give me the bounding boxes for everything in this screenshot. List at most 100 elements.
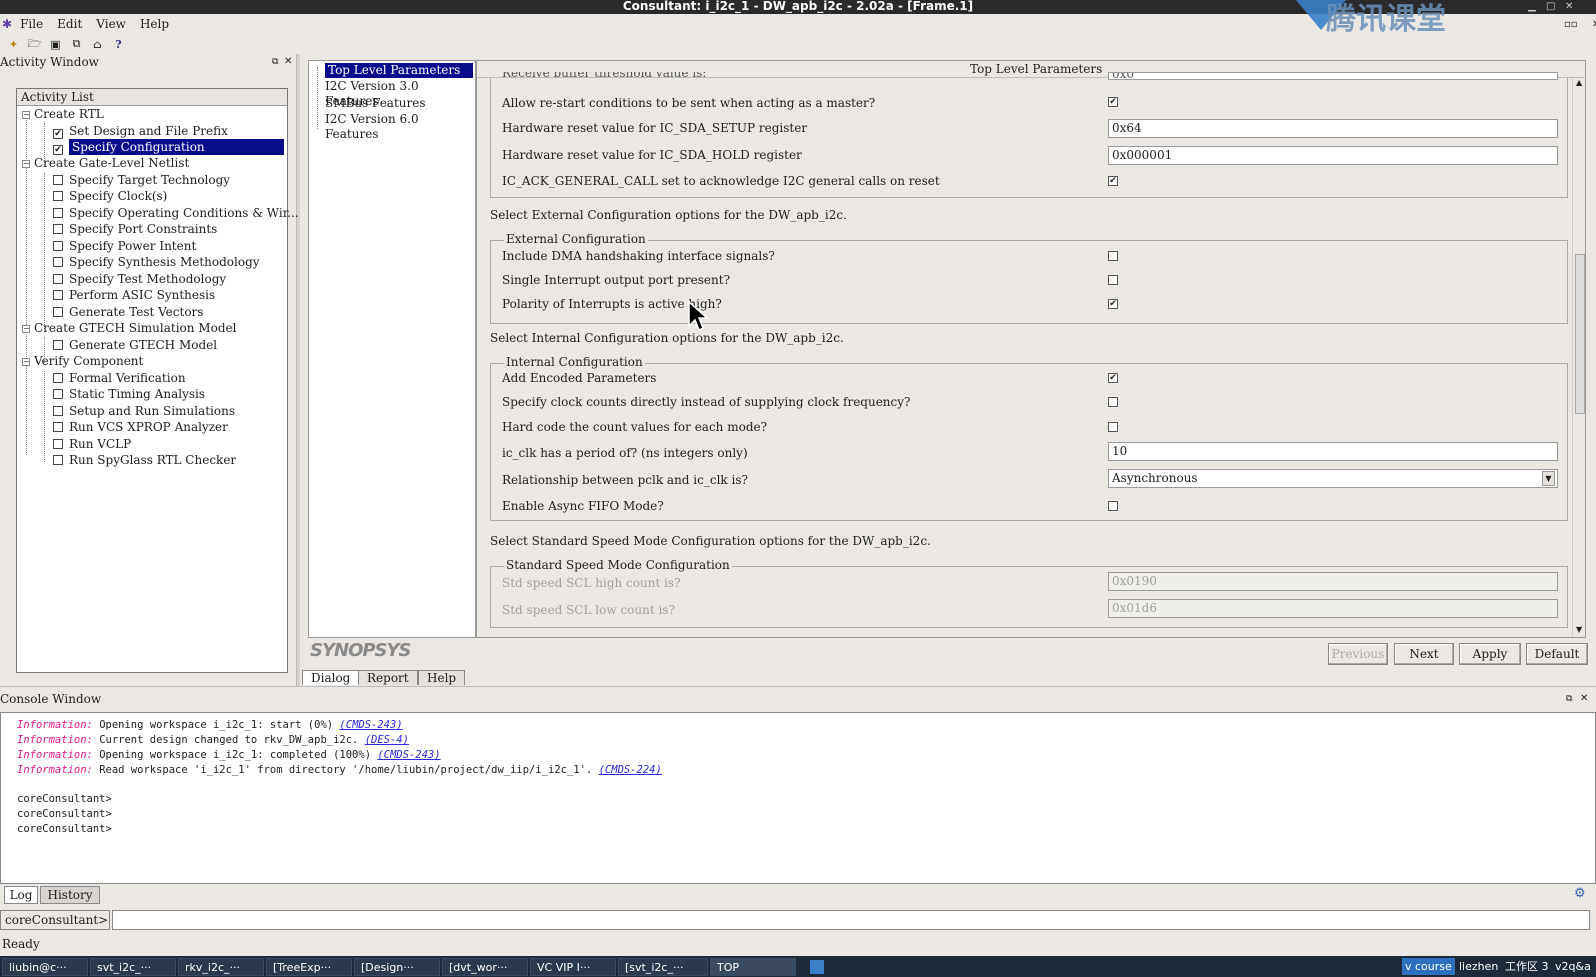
- item-set-design[interactable]: ✔ Set Design and File Prefix: [53, 123, 228, 139]
- expand-gtech-icon[interactable]: −: [22, 325, 30, 333]
- tab-history[interactable]: History: [40, 886, 100, 904]
- receive-threshold-field[interactable]: 0x0: [1108, 72, 1558, 80]
- tray-user[interactable]: liezhen: [1456, 958, 1501, 975]
- console-link[interactable]: (CMDS-243): [377, 749, 440, 761]
- activity-close-icon[interactable]: ✕: [284, 54, 292, 70]
- item-test-method[interactable]: Specify Test Methodology: [53, 271, 226, 287]
- context-help-icon[interactable]: ?: [111, 37, 126, 52]
- nav-i2c-v3[interactable]: I2C Version 3.0 Features: [325, 79, 475, 108]
- sda-hold-field[interactable]: 0x000001: [1108, 146, 1558, 165]
- group-verify[interactable]: Verify Component: [34, 353, 143, 369]
- tray-course[interactable]: v course: [1402, 958, 1455, 975]
- tray-qa[interactable]: v2q&a: [1552, 958, 1594, 975]
- taskbar-app-icon[interactable]: [810, 959, 824, 974]
- console-float-icon[interactable]: ⧉: [1566, 691, 1572, 707]
- previous-button[interactable]: Previous: [1328, 643, 1388, 665]
- sda-setup-field[interactable]: 0x64: [1108, 119, 1558, 138]
- settings-gear-icon[interactable]: ⚙: [1574, 886, 1586, 901]
- item-sta[interactable]: Static Timing Analysis: [53, 386, 205, 402]
- new-workspace-icon[interactable]: ✦: [6, 37, 21, 52]
- open-workspace-icon[interactable]: 🗁: [27, 37, 42, 52]
- item-sims[interactable]: Setup and Run Simulations: [53, 403, 235, 419]
- mdi-restore-icon[interactable]: ▫▫: [1564, 19, 1578, 30]
- task-top[interactable]: TOP: [710, 957, 796, 976]
- item-clocks[interactable]: Specify Clock(s): [53, 188, 167, 204]
- task-design[interactable]: [Design···: [354, 957, 440, 976]
- console-link[interactable]: (DES-4): [365, 734, 409, 746]
- item-op-conditions[interactable]: Specify Operating Conditions & Wir...: [53, 205, 299, 221]
- item-gtech-model[interactable]: Generate GTECH Model: [53, 337, 217, 353]
- console-link[interactable]: (CMDS-224): [599, 764, 662, 776]
- console-link[interactable]: (CMDS-243): [339, 719, 402, 731]
- single-int-checkbox[interactable]: [1108, 275, 1118, 285]
- dma-checkbox[interactable]: [1108, 251, 1118, 261]
- task-rkv-i2c[interactable]: rkv_i2c_···: [178, 957, 264, 976]
- splitter[interactable]: [296, 54, 300, 686]
- task-terminal[interactable]: liubin@c···: [2, 957, 88, 976]
- home-icon[interactable]: ⌂: [90, 37, 105, 52]
- minimize-icon[interactable]: ▁: [1528, 0, 1536, 13]
- tray-workspace[interactable]: 工作区 3: [1502, 958, 1552, 975]
- item-synth-method[interactable]: Specify Synthesis Methodology: [53, 254, 260, 270]
- gen-call-checkbox[interactable]: ✔: [1108, 176, 1118, 186]
- parameters-scrollbar[interactable]: ▲ ▼: [1572, 76, 1586, 636]
- item-test-vectors[interactable]: Generate Test Vectors: [53, 304, 203, 320]
- mdi-close-icon[interactable]: ✕: [1592, 19, 1596, 30]
- hard-code-checkbox[interactable]: [1108, 422, 1118, 432]
- polarity-checkbox[interactable]: ✔: [1108, 299, 1118, 309]
- relationship-select[interactable]: Asynchronous ▼: [1108, 469, 1558, 488]
- float-icon[interactable]: ⧉: [272, 54, 278, 70]
- menu-view[interactable]: View: [96, 17, 126, 31]
- task-tree-exp[interactable]: [TreeExp···: [266, 957, 352, 976]
- copy-icon[interactable]: ⧉: [69, 37, 84, 52]
- menu-edit[interactable]: Edit: [57, 17, 82, 31]
- group-gtech[interactable]: Create GTECH Simulation Model: [34, 320, 236, 336]
- nav-i2c-v6[interactable]: I2C Version 6.0 Features: [325, 112, 475, 141]
- expand-create-rtl-icon[interactable]: −: [22, 111, 30, 119]
- tab-help[interactable]: Help: [418, 670, 466, 685]
- apply-button[interactable]: Apply: [1459, 643, 1521, 665]
- task-dvt[interactable]: [dvt_wor···: [442, 957, 528, 976]
- command-input[interactable]: [112, 910, 1590, 930]
- item-specify-configuration[interactable]: ✔ Specify Configuration: [53, 139, 284, 155]
- task-svt-i2c[interactable]: svt_i2c_···: [90, 957, 176, 976]
- item-power-intent[interactable]: Specify Power Intent: [53, 238, 196, 254]
- expand-verify-icon[interactable]: −: [22, 358, 30, 366]
- item-formal[interactable]: Formal Verification: [53, 370, 186, 386]
- restart-checkbox[interactable]: ✔: [1108, 97, 1118, 107]
- group-gate-level[interactable]: Create Gate-Level Netlist: [34, 155, 189, 171]
- chevron-down-icon[interactable]: ▼: [1542, 471, 1555, 486]
- item-spyglass[interactable]: Run SpyGlass RTL Checker: [53, 452, 236, 468]
- clock-counts-checkbox[interactable]: [1108, 397, 1118, 407]
- task-svt-i2c-2[interactable]: [svt_i2c_···: [618, 957, 708, 976]
- maximize-icon[interactable]: □: [1546, 0, 1555, 13]
- menu-file[interactable]: File: [20, 17, 43, 31]
- item-target-tech[interactable]: Specify Target Technology: [53, 172, 230, 188]
- expand-gate-level-icon[interactable]: −: [22, 160, 30, 168]
- tab-dialog[interactable]: Dialog: [302, 670, 360, 685]
- item-xprop[interactable]: Run VCS XPROP Analyzer: [53, 419, 228, 435]
- task-vc-vip[interactable]: VC VIP I···: [530, 957, 616, 976]
- encoded-checkbox[interactable]: ✔: [1108, 373, 1118, 383]
- close-icon[interactable]: ✕: [1565, 0, 1573, 13]
- tab-report[interactable]: Report: [358, 670, 418, 685]
- nav-top-level[interactable]: Top Level Parameters: [325, 63, 473, 78]
- item-asic-synth[interactable]: Perform ASIC Synthesis: [53, 287, 215, 303]
- menu-help[interactable]: Help: [140, 17, 169, 31]
- scroll-thumb[interactable]: [1575, 254, 1585, 414]
- group-create-rtl[interactable]: Create RTL: [34, 106, 104, 122]
- save-icon[interactable]: ▣: [48, 37, 63, 52]
- nav-smbus[interactable]: SMBus Features: [325, 96, 426, 111]
- tab-log[interactable]: Log: [4, 886, 38, 904]
- console-close-icon[interactable]: ✕: [1580, 691, 1588, 707]
- item-port-constraints[interactable]: Specify Port Constraints: [53, 221, 217, 237]
- scroll-down-icon[interactable]: ▼: [1576, 625, 1582, 634]
- scl-high-field[interactable]: 0x0190: [1108, 572, 1558, 591]
- period-field[interactable]: 10: [1108, 442, 1558, 461]
- scroll-up-icon[interactable]: ▲: [1576, 78, 1582, 87]
- next-button[interactable]: Next: [1394, 643, 1454, 665]
- scl-low-field[interactable]: 0x01d6: [1108, 599, 1558, 618]
- async-fifo-checkbox[interactable]: [1108, 501, 1118, 511]
- default-button[interactable]: Default: [1526, 643, 1588, 665]
- item-vclp[interactable]: Run VCLP: [53, 436, 131, 452]
